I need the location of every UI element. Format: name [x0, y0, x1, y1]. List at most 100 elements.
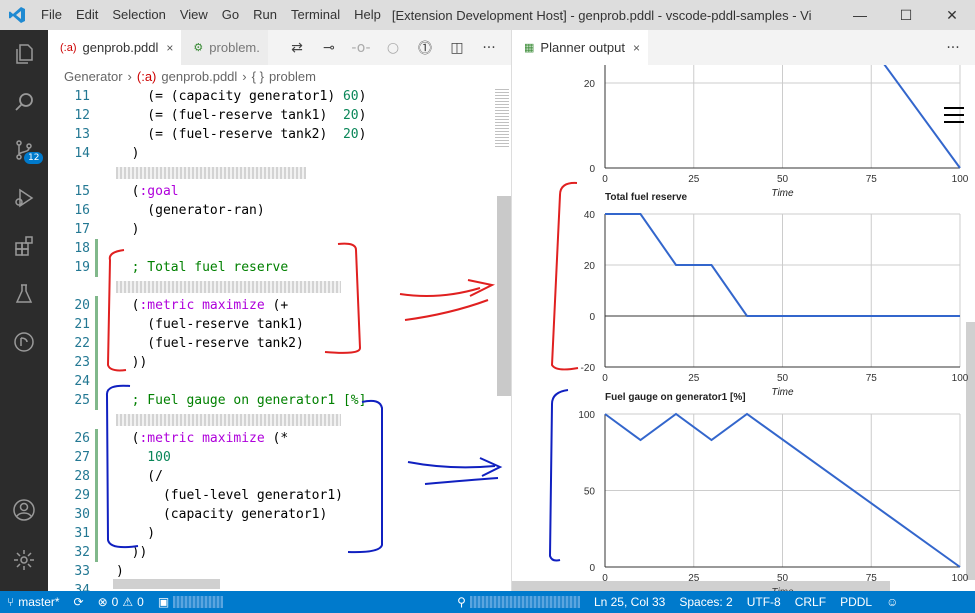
code-line: 29 (fuel-level generator1)	[48, 486, 493, 505]
activity-explorer[interactable]	[0, 30, 48, 78]
line-number: 30	[74, 507, 90, 522]
code-editor[interactable]: 11 (= (capacity generator1) 60) 12 (= (fu…	[48, 87, 493, 591]
activity-search[interactable]	[0, 78, 48, 126]
more-actions-icon[interactable]: ···	[473, 40, 505, 56]
preview-icon: ▦	[524, 42, 535, 54]
go-forward-icon[interactable]: ○	[377, 40, 409, 56]
line-number: 32	[74, 545, 90, 560]
cursor-position[interactable]: Ln 25, Col 33	[587, 595, 672, 609]
line-text: (capacity generator1)	[116, 505, 327, 524]
x-tick-label: 25	[688, 373, 700, 384]
maximize-button[interactable]: ☐	[883, 0, 929, 30]
menu-terminal[interactable]: Terminal	[284, 0, 347, 30]
branch-icon: ⑂	[7, 595, 15, 609]
pddl-file-icon: (:a)	[60, 41, 77, 54]
problems-status[interactable]: ⊗ 0 ⚠ 0	[91, 595, 151, 609]
activity-source-control[interactable]: 12	[0, 126, 48, 174]
close-tab-icon[interactable]: ×	[166, 41, 173, 55]
line-text: ))	[116, 353, 148, 372]
code-token: (fuel-level generator1)	[116, 488, 343, 503]
line-number: 21	[74, 317, 90, 332]
activity-extensions[interactable]	[0, 222, 48, 270]
run-planner-icon[interactable]: ⓵	[409, 38, 441, 58]
code-token: (	[116, 184, 140, 199]
split-editor-icon[interactable]: ◫	[441, 40, 473, 56]
horizontal-scrollbar[interactable]	[512, 581, 890, 591]
menu-file[interactable]: File	[34, 0, 69, 30]
line-ending[interactable]: CRLF	[788, 595, 833, 609]
activity-pddl[interactable]	[0, 318, 48, 366]
line-number: 23	[74, 355, 90, 370]
close-button[interactable]: ✕	[929, 0, 975, 30]
line-text: (= (capacity generator1) 60)	[116, 87, 366, 106]
more-actions-icon[interactable]: ···	[937, 40, 969, 56]
editor-group: (:a) genprob.pddl × ⚙ problem. ⇄ ⊸ -o- ○…	[48, 30, 511, 591]
menu-go[interactable]: Go	[215, 0, 246, 30]
save-icon: ▣	[157, 595, 170, 609]
line-text: (:metric maximize (*	[116, 429, 289, 448]
x-tick-label: 75	[866, 174, 878, 185]
preview-tabs: ▦ Planner output × ···	[512, 30, 975, 65]
compare-icon[interactable]: ⇄	[281, 40, 313, 56]
horizontal-scrollbar[interactable]	[113, 579, 220, 589]
gear-icon	[14, 550, 34, 570]
tab-problem[interactable]: ⚙ problem.	[181, 30, 268, 65]
breadcrumb-folder[interactable]: Generator	[64, 69, 123, 84]
git-change-marker	[95, 334, 98, 353]
git-change-marker	[95, 448, 98, 467]
y-tick-label: 20	[584, 261, 596, 272]
activity-run-debug[interactable]	[0, 174, 48, 222]
code-line: 25 ; Fuel gauge on generator1 [%]	[48, 391, 493, 410]
activity-accounts[interactable]	[0, 486, 48, 534]
code-token: 20	[342, 108, 359, 123]
language-mode[interactable]: PDDL	[833, 595, 879, 609]
code-line: 28 (/	[48, 467, 493, 486]
sync-button[interactable]: ⟳	[67, 595, 91, 609]
close-tab-icon[interactable]: ×	[633, 41, 640, 55]
chart-title: Fuel gauge on generator1 [%]	[605, 392, 746, 403]
y-tick-label: 20	[584, 79, 596, 90]
menu-view[interactable]: View	[173, 0, 215, 30]
vertical-scrollbar[interactable]	[966, 322, 975, 580]
encoding[interactable]: UTF-8	[740, 595, 788, 609]
code-line: 27 100	[48, 448, 493, 467]
code-token: 100	[116, 450, 171, 465]
menu-icon[interactable]	[944, 107, 964, 128]
breadcrumb-file[interactable]: genprob.pddl	[161, 69, 237, 84]
blurred-hint	[116, 167, 306, 179]
line-number: 27	[74, 450, 90, 465]
line-number: 34	[74, 583, 90, 591]
tab-genprob[interactable]: (:a) genprob.pddl ×	[48, 30, 182, 65]
menu-edit[interactable]: Edit	[69, 0, 105, 30]
dot-icon[interactable]: -o-	[345, 40, 377, 56]
branch-status[interactable]: ⑂ master*	[0, 595, 67, 609]
menu-selection[interactable]: Selection	[105, 0, 172, 30]
line-text: 100	[116, 448, 171, 467]
indentation[interactable]: Spaces: 2	[672, 595, 739, 609]
minimize-button[interactable]: —	[837, 0, 883, 30]
extensions-icon	[15, 236, 33, 256]
code-token: )	[116, 146, 140, 161]
feedback-icon[interactable]: ☺	[879, 595, 905, 609]
code-line: 13 (= (fuel-reserve tank2) 20)	[48, 125, 493, 144]
braces-icon: { }	[251, 68, 264, 84]
code-line: 20 (:metric maximize (+	[48, 296, 493, 315]
menu-help[interactable]: Help	[347, 0, 388, 30]
line-text: ; Total fuel reserve	[116, 258, 289, 277]
code-token: (/	[116, 469, 163, 484]
vertical-scrollbar[interactable]	[497, 196, 511, 396]
line-number: 28	[74, 469, 90, 484]
status-bar: ⑂ master* ⟳ ⊗ 0 ⚠ 0 ▣ ⚲ Ln 25, Col 33 Space…	[0, 591, 975, 613]
go-back-icon[interactable]: ⊸	[313, 40, 345, 56]
breadcrumb-symbol[interactable]: problem	[269, 69, 316, 84]
tab-planner-output[interactable]: ▦ Planner output ×	[512, 30, 648, 65]
files-icon	[16, 44, 33, 64]
y-tick-label: 0	[589, 563, 595, 574]
git-change-marker	[95, 524, 98, 543]
code-token: :metric maximize	[139, 431, 265, 446]
line-number: 18	[74, 241, 90, 256]
activity-testing[interactable]	[0, 270, 48, 318]
code-line: 19 ; Total fuel reserve	[48, 258, 493, 277]
menu-run[interactable]: Run	[246, 0, 284, 30]
activity-manage[interactable]	[0, 536, 48, 584]
